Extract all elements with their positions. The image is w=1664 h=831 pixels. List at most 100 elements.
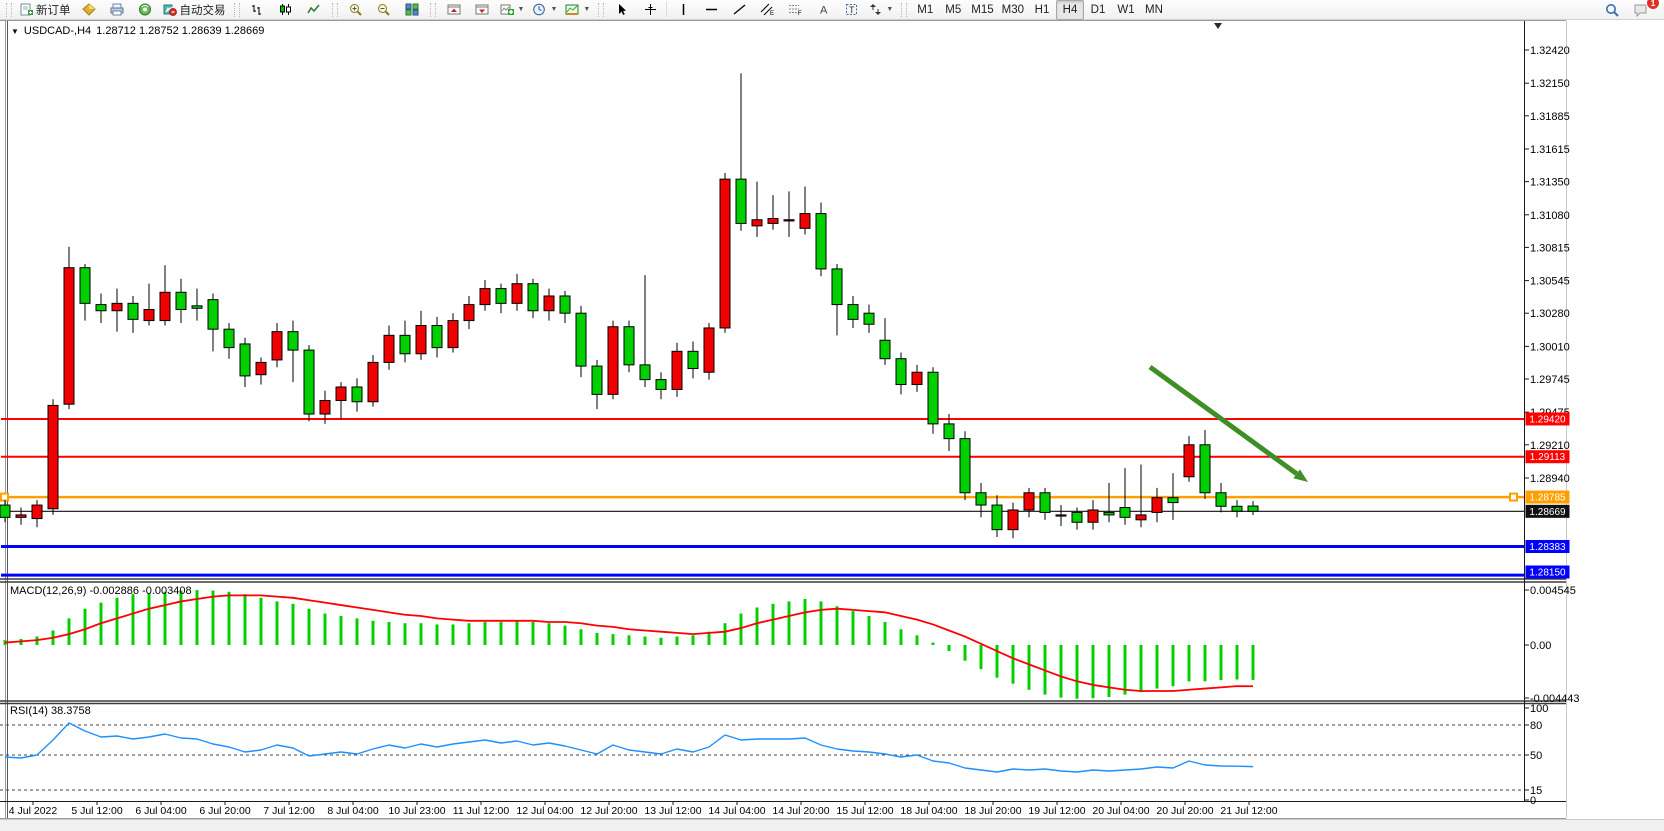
one-click-collapse-icon[interactable]: ▼ bbox=[11, 27, 19, 36]
signal-button[interactable] bbox=[131, 0, 159, 20]
macd-histogram-bar bbox=[564, 626, 567, 645]
candle-bearish bbox=[288, 332, 298, 350]
candle-bearish bbox=[128, 303, 138, 319]
new-order-button[interactable]: 新订单 bbox=[16, 0, 75, 20]
toolbar-grip[interactable] bbox=[901, 3, 907, 17]
chevron-down-icon: ▼ bbox=[550, 6, 557, 13]
tile-windows-button[interactable] bbox=[398, 0, 426, 20]
chevron-down-icon: ▼ bbox=[518, 6, 525, 13]
candle-bearish bbox=[1248, 506, 1258, 511]
macd-histogram-bar bbox=[548, 623, 551, 645]
search-button[interactable] bbox=[1598, 0, 1626, 20]
auto-trading-button[interactable]: 自动交易 bbox=[159, 0, 230, 20]
timeframe-m1-button[interactable]: M1 bbox=[911, 0, 939, 20]
equidistant-channel-tool-button[interactable]: E bbox=[753, 0, 781, 20]
macd-histogram-bar bbox=[724, 623, 727, 645]
macd-histogram-bar bbox=[372, 621, 375, 645]
macd-histogram-bar bbox=[164, 592, 167, 645]
toolbar-grip[interactable] bbox=[598, 3, 604, 17]
line-anchor-handle[interactable] bbox=[1, 494, 8, 501]
indicator-window-button[interactable] bbox=[440, 0, 468, 20]
time-tick-label: 6 Jul 04:00 bbox=[135, 805, 187, 817]
candle-bearish bbox=[224, 329, 234, 347]
toolbar-grip[interactable] bbox=[6, 3, 12, 17]
candle-bullish bbox=[368, 362, 378, 401]
candle-bearish bbox=[1072, 512, 1082, 522]
candle-bullish bbox=[480, 289, 490, 305]
timeframe-m15-button[interactable]: M15 bbox=[967, 0, 997, 20]
candle-bullish bbox=[720, 179, 730, 328]
printer-icon bbox=[110, 3, 124, 16]
candle-bearish bbox=[896, 359, 906, 385]
cursor-tool-button[interactable] bbox=[608, 0, 636, 20]
candle-bearish bbox=[976, 493, 986, 505]
timeframe-mn-button[interactable]: MN bbox=[1140, 0, 1168, 20]
timeframe-d1-button[interactable]: D1 bbox=[1084, 0, 1112, 20]
time-tick-label: 10 Jul 23:00 bbox=[388, 805, 445, 817]
candlestick-mode-button[interactable] bbox=[272, 0, 300, 20]
toolbar-grip[interactable] bbox=[430, 3, 436, 17]
notifications-button[interactable]: 1 bbox=[1626, 0, 1654, 20]
candle-bearish bbox=[848, 305, 858, 320]
macd-histogram-bar bbox=[532, 622, 535, 645]
print-button[interactable] bbox=[103, 0, 131, 20]
timeframe-h1-button[interactable]: H1 bbox=[1028, 0, 1056, 20]
zoom-out-button[interactable] bbox=[370, 0, 398, 20]
arrows-tool-button[interactable]: ▼ bbox=[865, 0, 897, 20]
periods-button[interactable]: ▼ bbox=[528, 0, 561, 20]
timeframe-m30-button[interactable]: M30 bbox=[998, 0, 1028, 20]
horizontal-line-tool-button[interactable] bbox=[697, 0, 725, 20]
candle-bearish bbox=[640, 365, 650, 380]
zoom-in-button[interactable] bbox=[342, 0, 370, 20]
template-button[interactable]: ▼ bbox=[561, 0, 594, 20]
time-tick-label: 18 Jul 04:00 bbox=[900, 805, 957, 817]
fibonacci-tool-button[interactable]: F bbox=[781, 0, 809, 20]
trendline-tool-button[interactable] bbox=[725, 0, 753, 20]
candle-bullish bbox=[1152, 498, 1162, 513]
crosshair-tool-button[interactable] bbox=[636, 0, 664, 20]
line-anchor-handle[interactable] bbox=[1510, 494, 1517, 501]
time-tick-label: 21 Jul 12:00 bbox=[1220, 805, 1277, 817]
subwindow-button[interactable] bbox=[468, 0, 496, 20]
rsi-tick-label: 0 bbox=[1530, 795, 1536, 807]
text-tool-button[interactable]: A bbox=[809, 0, 837, 20]
chart-shift-marker[interactable] bbox=[1214, 23, 1222, 29]
price-tag-label: 1.28669 bbox=[1529, 507, 1566, 518]
toolbar-divider bbox=[666, 2, 667, 17]
candle-bullish bbox=[384, 335, 394, 362]
bar-chart-mode-button[interactable] bbox=[244, 0, 272, 20]
candle-bearish bbox=[432, 325, 442, 347]
toolbar-grip[interactable] bbox=[234, 3, 240, 17]
line-chart-mode-button[interactable] bbox=[300, 0, 328, 20]
candle-bullish bbox=[784, 220, 794, 221]
candle-bullish bbox=[1088, 510, 1098, 522]
candle-bullish bbox=[256, 362, 266, 374]
candle-bearish bbox=[208, 300, 218, 330]
price-tick-label: 1.32420 bbox=[1530, 45, 1570, 57]
text-label-tool-button[interactable]: T bbox=[837, 0, 865, 20]
toolbar-grip[interactable] bbox=[332, 3, 338, 17]
line-chart-icon bbox=[307, 3, 320, 16]
clock-icon bbox=[532, 3, 546, 16]
trend-arrow[interactable] bbox=[1150, 367, 1297, 474]
timeframe-w1-button[interactable]: W1 bbox=[1112, 0, 1140, 20]
macd-histogram-bar bbox=[468, 623, 471, 645]
new-chart-button[interactable]: ▼ bbox=[496, 0, 529, 20]
macd-histogram-bar bbox=[580, 629, 583, 645]
macd-histogram-bar bbox=[660, 638, 663, 645]
timeframe-h4-button[interactable]: H4 bbox=[1056, 0, 1084, 20]
candle-bullish bbox=[160, 292, 170, 320]
window-down-arrow-icon bbox=[475, 3, 489, 16]
macd-histogram-bar bbox=[900, 629, 903, 645]
macd-histogram-bar bbox=[1156, 645, 1159, 689]
rsi-indicator-label: RSI(14) 38.3758 bbox=[10, 705, 91, 717]
candle-bearish bbox=[400, 335, 410, 353]
timeframe-m5-button[interactable]: M5 bbox=[939, 0, 967, 20]
vertical-line-tool-button[interactable] bbox=[669, 0, 697, 20]
time-tick-label: 19 Jul 12:00 bbox=[1028, 805, 1085, 817]
macd-histogram-bar bbox=[148, 593, 151, 645]
candle-bearish bbox=[736, 179, 746, 223]
community-button[interactable] bbox=[75, 0, 103, 20]
time-tick-label: 14 Jul 20:00 bbox=[772, 805, 829, 817]
chart-canvas[interactable]: 1.324201.321501.318851.316151.313501.310… bbox=[0, 0, 1664, 830]
